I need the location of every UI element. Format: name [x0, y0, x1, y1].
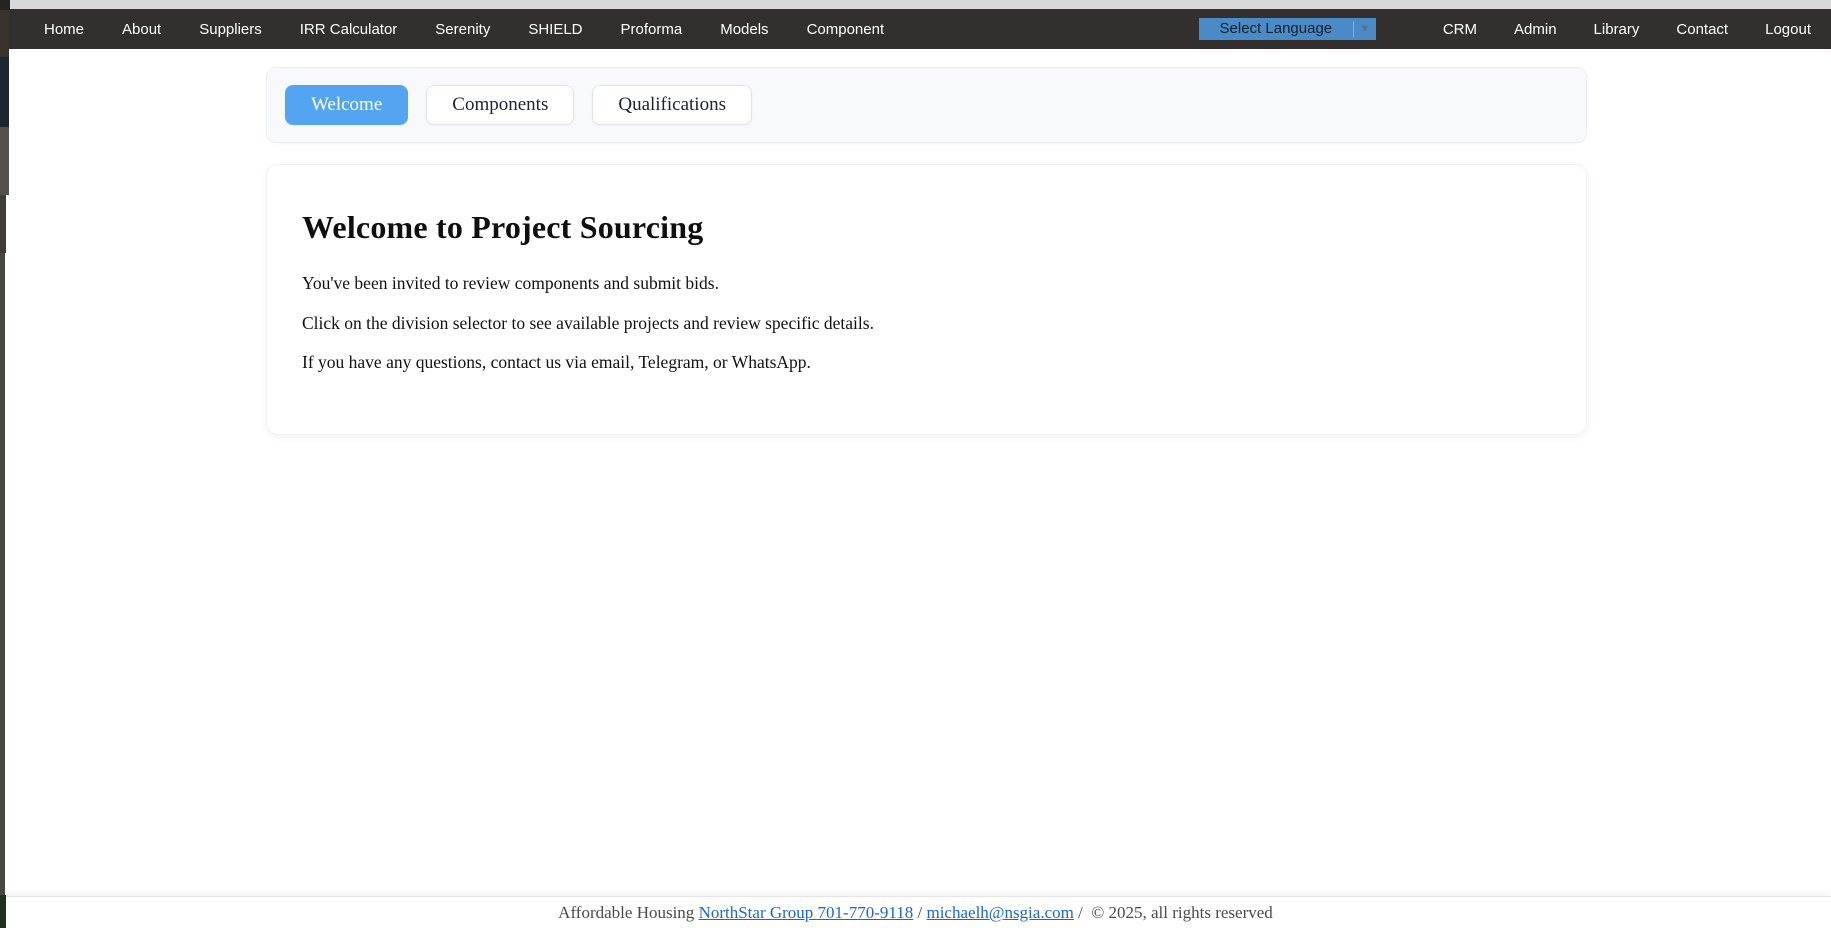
nav-item-shield[interactable]: SHIELD [528, 21, 582, 38]
nav-item-library[interactable]: Library [1594, 21, 1640, 38]
left-edge-segment [0, 57, 9, 127]
welcome-paragraph-instructions: Click on the division selector to see av… [302, 312, 1551, 336]
nav-item-crm[interactable]: CRM [1443, 21, 1477, 38]
language-selector-dropdown[interactable]: Select Language ▼ [1199, 18, 1376, 40]
nav-item-about[interactable]: About [122, 21, 161, 38]
footer-email-link[interactable]: michaelh@nsgia.com [926, 903, 1073, 923]
tab-bar: Welcome Components Qualifications [266, 67, 1587, 143]
tab-qualifications[interactable]: Qualifications [592, 85, 752, 125]
nav-item-component[interactable]: Component [807, 21, 885, 38]
chevron-down-icon: ▼ [1354, 23, 1376, 35]
content-container: Welcome Components Qualifications Welcom… [266, 67, 1587, 435]
navbar-left-group: Home About Suppliers IRR Calculator Sere… [44, 21, 884, 38]
tab-welcome[interactable]: Welcome [285, 85, 408, 125]
page-title: Welcome to Project Sourcing [302, 209, 1551, 246]
nav-item-serenity[interactable]: Serenity [435, 21, 490, 38]
footer-separator: / [913, 903, 926, 923]
main-navbar: Home About Suppliers IRR Calculator Sere… [0, 9, 1831, 49]
nav-item-contact[interactable]: Contact [1676, 21, 1728, 38]
navbar-right-group: Select Language ▼ CRM Admin Library Cont… [1199, 18, 1811, 40]
page-footer: Affordable Housing NorthStar Group 701-7… [0, 896, 1831, 928]
footer-separator: / [1074, 903, 1087, 923]
left-edge-segment [0, 127, 9, 195]
left-edge-segment [0, 195, 6, 253]
nav-item-proforma[interactable]: Proforma [621, 21, 683, 38]
footer-phone-link[interactable]: NorthStar Group 701-770-9118 [699, 903, 914, 923]
nav-item-admin[interactable]: Admin [1514, 21, 1557, 38]
left-edge-segment [0, 253, 5, 895]
nav-item-home[interactable]: Home [44, 21, 84, 38]
nav-item-models[interactable]: Models [720, 21, 768, 38]
welcome-paragraph-contact: If you have any questions, contact us vi… [302, 351, 1551, 375]
window-top-strip [0, 0, 1831, 9]
welcome-paragraph-invite: You've been invited to review components… [302, 272, 1551, 296]
tab-components[interactable]: Components [426, 85, 574, 125]
welcome-card: Welcome to Project Sourcing You've been … [266, 164, 1587, 435]
language-selector-label: Select Language [1199, 18, 1353, 40]
nav-item-suppliers[interactable]: Suppliers [199, 21, 262, 38]
nav-item-logout[interactable]: Logout [1765, 21, 1811, 38]
nav-item-irr-calculator[interactable]: IRR Calculator [300, 21, 398, 38]
left-window-edge [0, 0, 10, 928]
footer-copyright-text: © 2025, all rights reserved [1087, 903, 1273, 923]
footer-company-text: Affordable Housing [558, 903, 698, 923]
